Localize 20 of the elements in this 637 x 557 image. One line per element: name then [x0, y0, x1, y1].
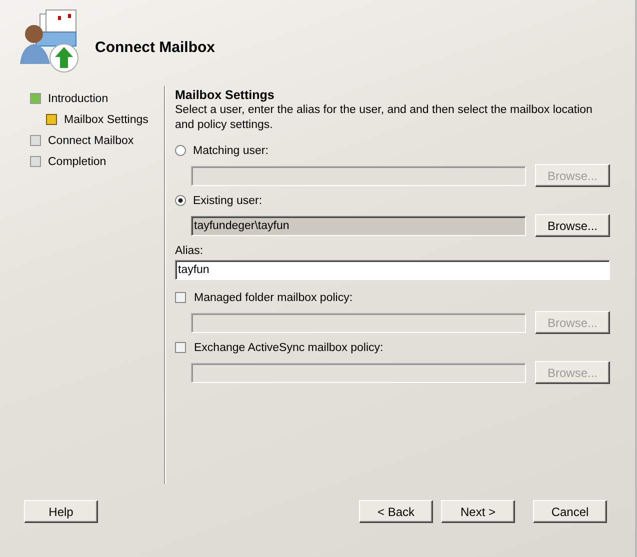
browse-button[interactable]: Browse...	[535, 214, 610, 237]
option-label: Existing user:	[193, 194, 262, 206]
cancel-button[interactable]: Cancel	[533, 500, 607, 523]
step-label: Completion	[48, 156, 106, 168]
back-button[interactable]: < Back	[359, 500, 433, 523]
step-label: Mailbox Settings	[64, 114, 148, 126]
radio-button[interactable]	[175, 195, 186, 206]
next-button[interactable]: Next >	[441, 500, 515, 523]
user-field[interactable]: tayfundeger\tayfun	[191, 216, 526, 236]
alias-field[interactable]: tayfun	[175, 260, 610, 280]
option-label: Exchange ActiveSync mailbox policy:	[194, 342, 384, 354]
step-label: Introduction	[48, 92, 108, 104]
field-label: Alias:	[175, 244, 204, 256]
window-title: Connect Mailbox	[95, 38, 216, 56]
section-description: Select a user, enter the alias for the user, and and then select the mailbox location and policy settings.	[175, 103, 594, 133]
help-button[interactable]: Help	[24, 500, 98, 523]
option-label: Matching user:	[193, 144, 268, 156]
section-title: Mailbox Settings	[175, 88, 276, 102]
step-label: Connect Mailbox	[48, 134, 134, 146]
option-label: Managed folder mailbox policy:	[194, 292, 353, 304]
